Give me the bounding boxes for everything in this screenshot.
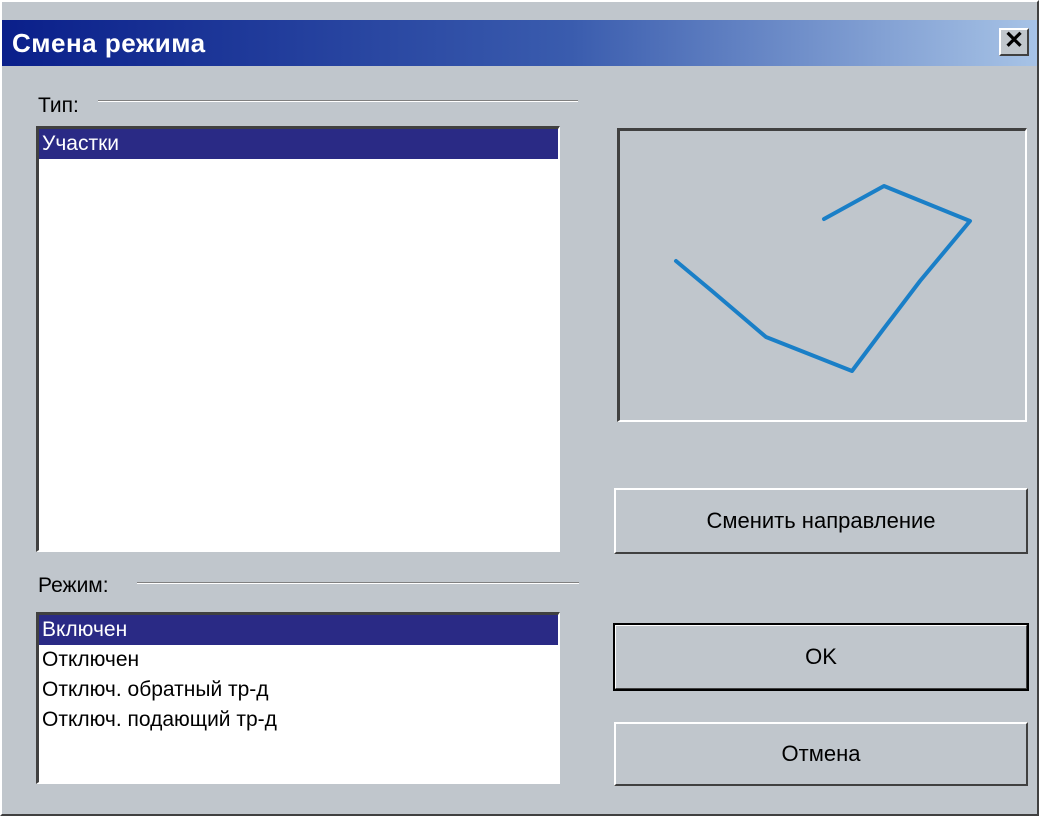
- list-item-vklyuchen[interactable]: Включен: [39, 615, 558, 645]
- title-bar[interactable]: Смена режима ✕: [2, 20, 1037, 66]
- type-group-label: Тип:: [38, 94, 83, 118]
- window-title: Смена режима: [12, 28, 206, 58]
- type-listbox[interactable]: Участки: [36, 126, 560, 552]
- preview-panel: [617, 128, 1027, 422]
- ok-button[interactable]: OK: [613, 623, 1029, 691]
- list-item-uchastki[interactable]: Участки: [39, 129, 558, 159]
- mode-listbox[interactable]: Включен Отключен Отключ. обратный тр-д О…: [36, 612, 560, 784]
- list-item-otklyuch-obratny[interactable]: Отключ. обратный тр-д: [39, 675, 558, 705]
- type-group-divider: [98, 100, 578, 102]
- close-icon: ✕: [1003, 27, 1025, 54]
- cancel-button[interactable]: Отмена: [614, 722, 1028, 786]
- route-preview-graphic: [674, 184, 972, 373]
- list-item-otklyuchen[interactable]: Отключен: [39, 645, 558, 675]
- close-button[interactable]: ✕: [999, 28, 1029, 56]
- change-direction-button[interactable]: Сменить направление: [614, 488, 1028, 554]
- list-item-otklyuch-podayushchy[interactable]: Отключ. подающий тр-д: [39, 705, 558, 735]
- route-polyline: [674, 184, 972, 373]
- dialog-window: Смена режима ✕ Тип: Участки Режим: Включ…: [0, 0, 1039, 816]
- mode-group-label: Режим:: [38, 574, 113, 598]
- mode-group-divider: [137, 582, 579, 584]
